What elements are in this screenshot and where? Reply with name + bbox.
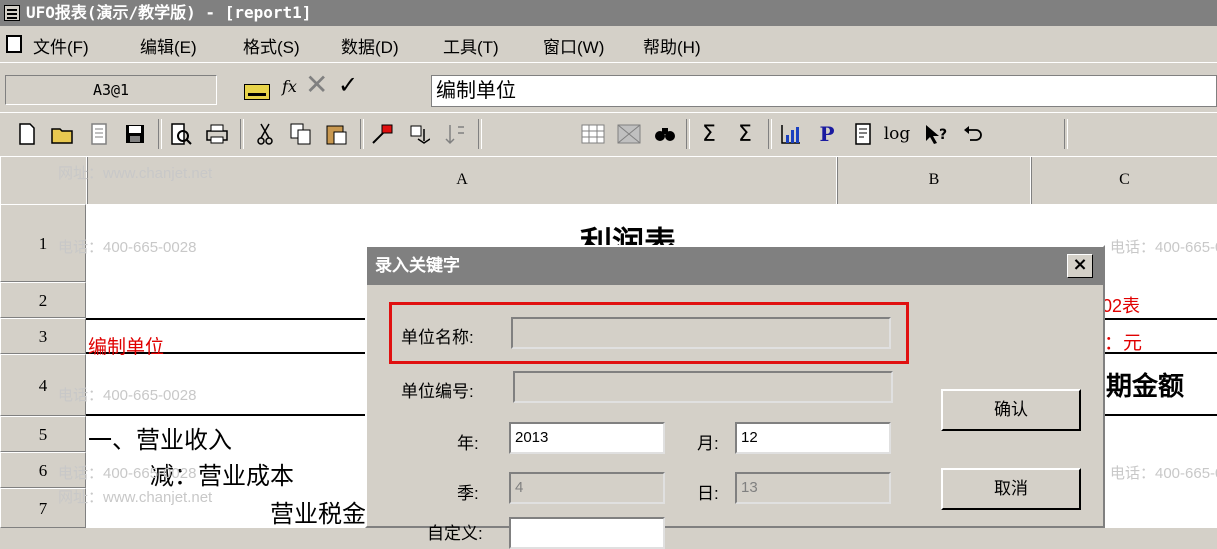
help-pointer-icon[interactable]: ? xyxy=(922,119,952,149)
menu-file[interactable]: 文件(F) xyxy=(33,33,89,58)
log-label: log xyxy=(883,124,911,144)
unit-name-input[interactable] xyxy=(511,317,891,349)
cell-reference-box[interactable]: A3@1 xyxy=(5,75,217,105)
formula-input[interactable]: 编制单位 xyxy=(431,75,1217,107)
document-icon[interactable] xyxy=(84,119,114,149)
sum-down-label: Σ xyxy=(738,121,752,147)
toolbar-separator xyxy=(360,119,364,149)
custom-input[interactable] xyxy=(509,517,665,549)
format-painter-icon[interactable] xyxy=(368,119,398,149)
confirm-button[interactable]: 确认 xyxy=(941,389,1081,431)
pattern-icon[interactable] xyxy=(614,119,644,149)
column-header-a[interactable]: A xyxy=(86,156,838,206)
month-label: 月: xyxy=(697,434,719,453)
log-icon[interactable]: log xyxy=(882,119,912,149)
day-input[interactable]: 13 xyxy=(735,472,891,504)
border-grid-icon[interactable] xyxy=(578,119,608,149)
keyboard-icon[interactable] xyxy=(244,84,270,100)
document-menu-icon[interactable] xyxy=(6,35,22,53)
menu-format[interactable]: 格式(S) xyxy=(243,33,300,58)
p-label: P xyxy=(819,122,835,146)
function-icon[interactable]: fx xyxy=(282,77,297,96)
copy-icon[interactable] xyxy=(286,119,316,149)
row-business-tax[interactable]: 营业税金 xyxy=(270,494,366,529)
select-all-corner[interactable] xyxy=(0,156,88,206)
menu-tools[interactable]: 工具(T) xyxy=(443,33,499,58)
form-number: 02表 xyxy=(1102,296,1141,316)
column-header-bar: A B C xyxy=(0,156,1217,206)
menu-bar: 文件(F) 编辑(E) 格式(S) 数据(D) 工具(T) 窗口(W) 帮助(H… xyxy=(0,26,1217,62)
dialog-title: 录入关键字 xyxy=(375,256,460,275)
menu-window[interactable]: 窗口(W) xyxy=(543,33,604,58)
window-title-bar: UFO报表(演示/教学版) - [report1] xyxy=(0,0,1217,26)
row-header-6[interactable]: 6 xyxy=(0,452,86,488)
chart-icon[interactable] xyxy=(776,119,806,149)
find-icon[interactable] xyxy=(650,119,680,149)
unit-label-cell[interactable]: 编制单位 xyxy=(88,332,164,359)
period-amount-header: 期金额 xyxy=(1106,371,1185,401)
menu-data[interactable]: 数据(D) xyxy=(341,33,399,58)
month-input[interactable]: 12 xyxy=(735,422,891,454)
open-folder-icon[interactable] xyxy=(48,119,78,149)
toolbar-separator xyxy=(478,119,482,149)
quarter-input[interactable]: 4 xyxy=(509,472,665,504)
row-header-5[interactable]: 5 xyxy=(0,416,86,452)
toolbar-separator xyxy=(1064,119,1068,149)
cut-icon[interactable] xyxy=(250,119,280,149)
day-label: 日: xyxy=(697,484,719,503)
row-header-2[interactable]: 2 xyxy=(0,282,86,318)
menu-help[interactable]: 帮助(H) xyxy=(643,33,701,58)
sum-down-icon[interactable]: Σ xyxy=(730,119,760,149)
cancel-edit-icon[interactable]: ✕ xyxy=(305,71,328,99)
insert-icon[interactable] xyxy=(404,119,434,149)
confirm-edit-icon[interactable]: ✓ xyxy=(338,73,358,97)
sort-icon[interactable] xyxy=(440,119,470,149)
save-icon[interactable] xyxy=(120,119,150,149)
year-input[interactable]: 2013 xyxy=(509,422,665,454)
page-icon[interactable] xyxy=(848,119,878,149)
dialog-close-button[interactable]: × xyxy=(1067,254,1093,278)
undo-icon[interactable] xyxy=(958,119,988,149)
p-icon[interactable]: P xyxy=(812,119,842,149)
row-header-1[interactable]: 1 xyxy=(0,204,86,282)
formula-bar: A3@1 fx ✕ ✓ 编制单位 xyxy=(0,62,1217,112)
svg-text:?: ? xyxy=(939,127,947,143)
toolbar-separator xyxy=(158,119,162,149)
paste-icon[interactable] xyxy=(322,119,352,149)
row-operating-cost[interactable]: 减：营业成本 xyxy=(150,456,294,491)
print-preview-icon[interactable] xyxy=(166,119,196,149)
unit-number-input[interactable] xyxy=(513,371,893,403)
dialog-title-bar[interactable]: 录入关键字 xyxy=(367,247,1103,285)
menu-edit[interactable]: 编辑(E) xyxy=(140,33,197,58)
column-header-b[interactable]: B xyxy=(836,156,1032,206)
row-operating-revenue[interactable]: 一、营业收入 xyxy=(88,420,232,455)
quarter-label: 季: xyxy=(457,484,479,503)
sum-label: Σ xyxy=(702,121,716,147)
row-header-4[interactable]: 4 xyxy=(0,354,86,416)
toolbar-separator xyxy=(240,119,244,149)
window-title: UFO报表(演示/教学版) - [report1] xyxy=(26,3,312,22)
year-label: 年: xyxy=(457,434,479,453)
row-header-7[interactable]: 7 xyxy=(0,488,86,528)
row-header-3[interactable]: 3 xyxy=(0,318,86,354)
enter-keyword-dialog: 录入关键字 × 单位名称: 单位编号: 年: 2013 月: 12 季: 4 日… xyxy=(365,245,1105,549)
custom-label: 自定义: xyxy=(427,524,483,543)
new-file-icon[interactable] xyxy=(12,119,42,149)
toolbar: Σ Σ P log ? xyxy=(0,112,1217,154)
app-icon[interactable] xyxy=(4,5,20,21)
toolbar-separator xyxy=(768,119,772,149)
print-icon[interactable] xyxy=(202,119,232,149)
sum-icon[interactable]: Σ xyxy=(694,119,724,149)
unit-name-label: 单位名称: xyxy=(401,328,474,347)
toolbar-separator xyxy=(686,119,690,149)
currency-unit: ：元 xyxy=(1104,333,1143,354)
column-header-c[interactable]: C xyxy=(1030,156,1217,206)
cancel-button[interactable]: 取消 xyxy=(941,468,1081,510)
unit-number-label: 单位编号: xyxy=(401,382,474,401)
